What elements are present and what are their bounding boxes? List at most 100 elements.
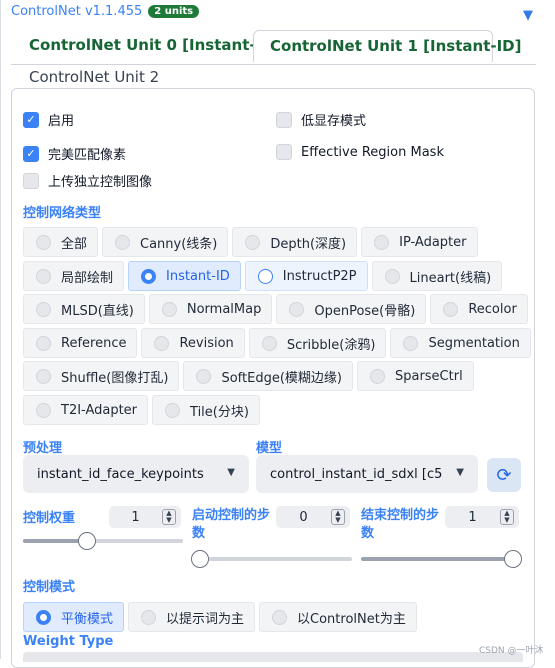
control-type-option[interactable]: OpenPose(骨骼) [276, 294, 427, 324]
refresh-button[interactable]: ⟳ [487, 458, 521, 492]
end-step-slider[interactable] [361, 550, 522, 568]
control-type-option[interactable]: InstructP2P [244, 261, 368, 291]
enable-label: 启用 [48, 114, 75, 129]
slider-thumb[interactable] [191, 550, 209, 568]
checkbox-box [276, 144, 292, 160]
control-type-option[interactable]: SparseCtrl [356, 361, 474, 391]
control-type-option[interactable]: Lineart(线稿) [371, 261, 503, 291]
control-mode-option[interactable]: 以提示词为主 [128, 602, 256, 632]
option-label: 以ControlNet为主 [297, 611, 406, 627]
option-label: T2I-Adapter [61, 402, 138, 418]
preprocessor-label: 预处理 [23, 441, 63, 456]
weight-number-input[interactable]: 1 ▲ ▼ [109, 506, 181, 528]
control-type-option[interactable]: NormalMap [148, 294, 273, 324]
option-label: Canny(线条) [140, 236, 218, 252]
checkbox-box [276, 111, 292, 128]
collapse-triangle-icon[interactable]: ▼ [523, 8, 533, 23]
radio-dot-icon [272, 609, 288, 625]
control-type-option[interactable]: Shuffle(图像打乱) [23, 361, 180, 391]
option-label: SparseCtrl [394, 368, 463, 384]
low-vram-checkbox[interactable]: 低显存模式 [276, 110, 366, 129]
control-type-option[interactable]: Segmentation [390, 328, 531, 358]
control-type-option[interactable]: Scribble(涂鸦) [248, 328, 387, 358]
radio-dot-icon [384, 268, 400, 284]
control-type-row-6: T2I-Adapter Tile(分块) [23, 395, 264, 425]
weight-type-dropdown[interactable] [23, 652, 523, 662]
control-type-option[interactable]: Tile(分块) [152, 395, 260, 425]
end-step-number-input[interactable]: 1 ▲ ▼ [445, 506, 519, 528]
option-label: MLSD(直线) [61, 303, 134, 319]
start-step-label: 启动控制的步数 [192, 508, 271, 541]
spinner-icon[interactable]: ▲ ▼ [331, 509, 345, 525]
start-step-value: 0 [299, 509, 308, 525]
option-label: 局部绘制 [61, 270, 114, 286]
control-type-row-3: MLSD(直线) NormalMap OpenPose(骨骼) Recolor [23, 294, 532, 324]
control-type-option[interactable]: Depth(深度) [232, 227, 358, 257]
option-label: Revision [179, 335, 234, 351]
control-mode-label: 控制模式 [23, 580, 76, 595]
option-label: IP-Adapter [399, 234, 467, 250]
accordion-header[interactable]: ControlNet v1.1.455 2 units [11, 4, 200, 19]
spinner-icon[interactable]: ▲ ▼ [162, 509, 176, 525]
checkbox-box [23, 172, 39, 189]
unit-tabs: ControlNet Unit 0 [Instant-ID] ControlNe… [15, 30, 535, 90]
control-type-option[interactable]: T2I-Adapter [23, 395, 149, 425]
control-type-option[interactable]: Recolor [430, 294, 528, 324]
control-type-row-1: 全部 Canny(线条) Depth(深度) IP-Adapter [23, 227, 482, 257]
control-type-row-2: 局部绘制 Instant-ID InstructP2P Lineart(线稿) [23, 261, 506, 291]
upload-independent-label: 上传独立控制图像 [48, 175, 153, 190]
refresh-icon: ⟳ [496, 464, 512, 486]
control-type-option[interactable]: Reference [23, 328, 138, 358]
low-vram-label: 低显存模式 [301, 114, 367, 129]
caret-down-icon: ▼ [227, 467, 235, 478]
option-label: Recolor [468, 301, 517, 317]
start-step-slider[interactable] [191, 550, 352, 568]
radio-dot-icon [36, 402, 51, 418]
option-label: 以提示词为主 [166, 611, 245, 627]
controlnet-frame: ControlNet v1.1.455 2 units ▼ ControlNet… [0, 0, 555, 668]
option-label: 平衡模式 [61, 611, 114, 627]
option-label: Instant-ID [166, 268, 230, 284]
radio-dot-icon [257, 268, 273, 284]
region-mask-checkbox[interactable]: Effective Region Mask [276, 144, 444, 160]
radio-selected-icon [141, 268, 157, 284]
units-badge: 2 units [148, 5, 200, 18]
control-type-option[interactable]: MLSD(直线) [23, 294, 145, 324]
option-label: Scribble(涂鸦) [286, 337, 376, 353]
control-type-option[interactable]: Canny(线条) [102, 227, 229, 257]
weight-value: 1 [131, 509, 140, 525]
radio-dot-icon [261, 335, 277, 351]
model-label: 模型 [256, 441, 283, 456]
tab-unit-0[interactable]: ControlNet Unit 0 [Instant-ID] [15, 30, 280, 60]
pixel-perfect-label: 完美匹配像素 [48, 148, 127, 163]
caret-down-icon: ▼ [456, 467, 464, 478]
control-type-option-selected[interactable]: Instant-ID [128, 261, 241, 291]
pixel-perfect-checkbox[interactable]: ✓ 完美匹配像素 [23, 144, 126, 163]
radio-dot-icon [245, 234, 261, 250]
control-type-option[interactable]: Revision [141, 328, 245, 358]
radio-dot-icon [443, 301, 459, 317]
radio-dot-icon [154, 335, 170, 351]
enable-checkbox[interactable]: ✓ 启用 [23, 110, 74, 129]
control-type-option[interactable]: 全部 [23, 227, 99, 257]
accordion-title: ControlNet v1.1.455 [11, 4, 143, 19]
control-type-option[interactable]: SoftEdge(模糊边缘) [183, 361, 353, 391]
start-step-number-input[interactable]: 0 ▲ ▼ [276, 506, 350, 528]
control-type-option[interactable]: 局部绘制 [23, 261, 125, 291]
slider-thumb[interactable] [78, 532, 96, 550]
control-type-option[interactable]: IP-Adapter [361, 227, 478, 257]
tab-unit-1[interactable]: ControlNet Unit 1 [Instant-ID] [253, 30, 521, 62]
slider-thumb[interactable] [504, 550, 522, 568]
upload-independent-checkbox[interactable]: 上传独立控制图像 [23, 171, 152, 190]
control-mode-row: 平衡模式 以提示词为主 以ControlNet为主 [23, 602, 421, 632]
model-dropdown[interactable]: control_instant_id_sdxl [c5 ▼ [256, 455, 478, 493]
control-mode-option-selected[interactable]: 平衡模式 [23, 602, 125, 632]
option-label: Shuffle(图像打乱) [61, 370, 169, 386]
weight-slider[interactable] [23, 532, 183, 550]
check-icon: ✓ [23, 145, 39, 162]
option-label: 全部 [61, 236, 88, 252]
spinner-icon[interactable]: ▲ ▼ [500, 509, 514, 525]
control-mode-option[interactable]: 以ControlNet为主 [259, 602, 417, 632]
preprocessor-dropdown[interactable]: instant_id_face_keypoints ▼ [23, 455, 249, 493]
option-label: Depth(深度) [270, 236, 347, 252]
